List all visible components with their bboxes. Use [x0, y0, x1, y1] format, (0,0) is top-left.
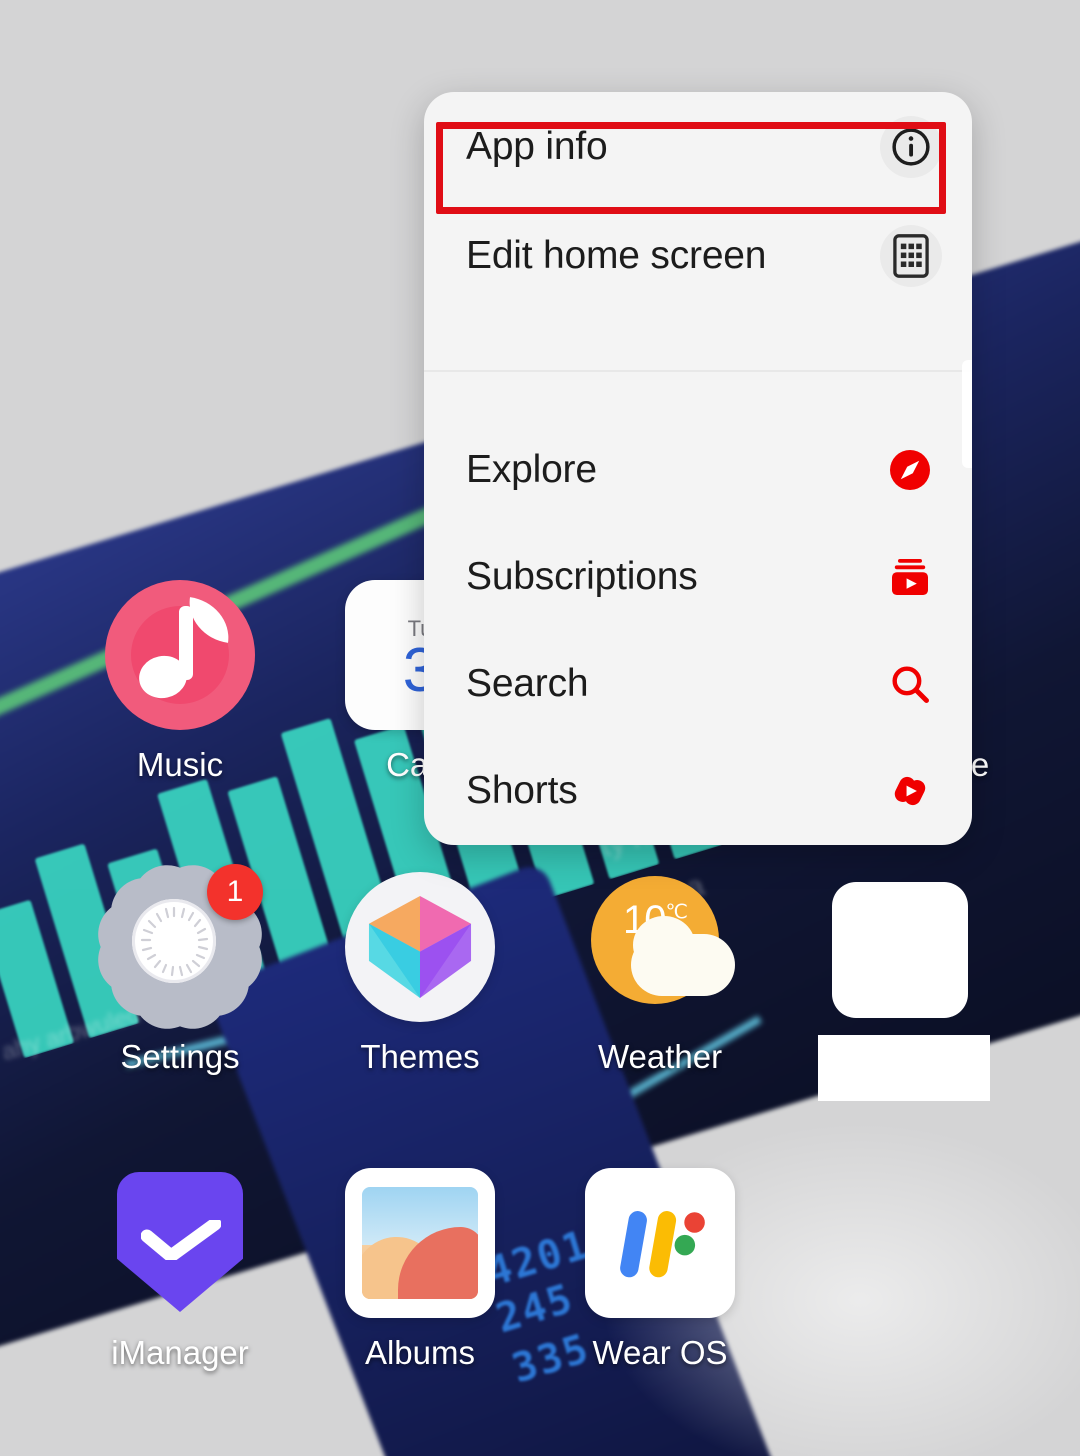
app-icon-weather[interactable]: 10℃ Weather [560, 872, 760, 1076]
menu-item-search[interactable]: Search [424, 630, 972, 737]
app-label-themes: Themes [360, 1038, 480, 1075]
app-icon-wear-os[interactable]: Wear OS [560, 1168, 760, 1372]
info-icon [880, 116, 942, 178]
wear-os-icon [585, 1168, 735, 1318]
albums-icon [345, 1168, 495, 1318]
app-icon-imanager[interactable]: iManager [80, 1168, 280, 1372]
subscriptions-icon [884, 551, 936, 603]
app-icon-settings[interactable]: 1 Settings [80, 864, 280, 1076]
app-label-settings: Settings [120, 1038, 240, 1075]
gear-dial-ticks [140, 906, 209, 977]
menu-item-label-search: Search [466, 661, 589, 705]
app-icon-music[interactable]: Music [80, 580, 280, 784]
menu-item-label-app-info: App info [466, 125, 608, 168]
app-label-albums: Albums [364, 1334, 476, 1371]
menu-item-app-info[interactable]: App info [424, 92, 972, 202]
menu-item-subscriptions[interactable]: Subscriptions [424, 523, 972, 630]
app-icon-albums[interactable]: Albums [320, 1168, 520, 1372]
shield-check-icon [105, 1168, 255, 1318]
app-icon-themes[interactable]: Themes [320, 872, 520, 1076]
check-glyph [141, 1220, 221, 1260]
app-label-wear-os: Wear OS [592, 1334, 728, 1371]
shorts-icon [884, 765, 936, 817]
app-label-music: Music [136, 746, 224, 783]
music-note-icon [105, 580, 255, 730]
menu-item-shorts[interactable]: Shorts [424, 737, 972, 844]
compass-icon [884, 444, 936, 496]
wear-os-glyph [620, 1211, 705, 1278]
menu-section-gap [424, 372, 972, 416]
search-icon [884, 658, 936, 710]
status-badge-settings: 1 [207, 864, 263, 920]
menu-item-label-shorts: Shorts [466, 768, 578, 812]
weather-icon: 10℃ [585, 872, 735, 1022]
app-label-weather: Weather [597, 1038, 723, 1075]
gear-icon: 1 [105, 864, 263, 1022]
menu-item-edit-home-screen[interactable]: Edit home screen [424, 202, 972, 310]
menu-item-label-subscriptions: Subscriptions [466, 554, 698, 598]
menu-item-label-explore: Explore [466, 447, 597, 491]
redacted-box-icon [832, 882, 968, 1018]
themes-prism-glyph [368, 895, 472, 999]
themes-icon [345, 872, 495, 1022]
menu-item-label-edit-home-screen: Edit home screen [466, 234, 767, 277]
menu-item-explore[interactable]: Explore [424, 416, 972, 523]
long-press-popup-menu[interactable]: App info Edit home screen Explore Subscr… [424, 92, 972, 845]
edit-home-screen-icon [880, 225, 942, 287]
app-label-imanager: iManager [111, 1334, 249, 1371]
menu-scrollbar[interactable] [962, 360, 972, 468]
redacted-box-label [818, 1035, 990, 1101]
